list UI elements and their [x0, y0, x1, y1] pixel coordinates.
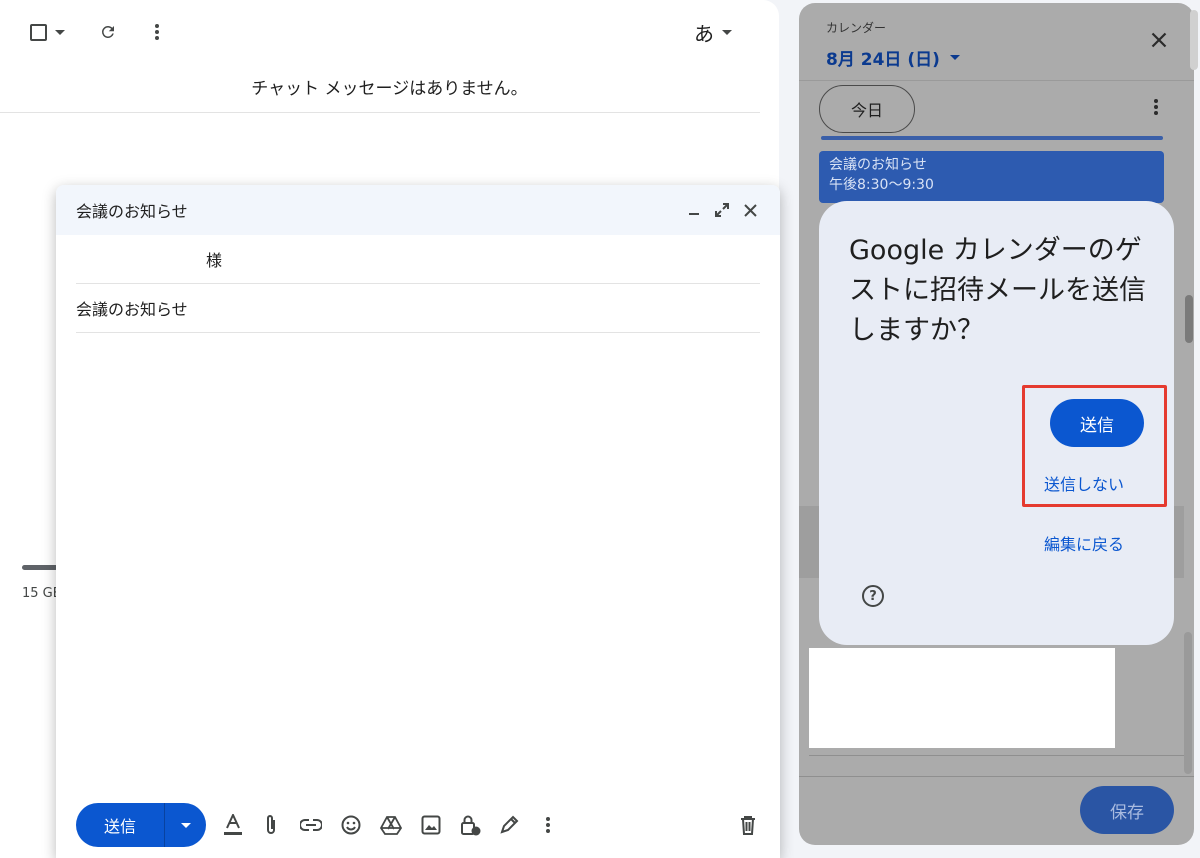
panel-label: カレンダー — [826, 21, 887, 35]
compose-footer: 送信 — [56, 803, 780, 849]
discard-draft-button[interactable] — [736, 813, 760, 837]
paperclip-icon — [267, 815, 275, 834]
select-checkbox[interactable] — [24, 16, 70, 48]
more-options-button[interactable] — [145, 16, 169, 48]
date-selector[interactable]: 8月 24日 (日) — [826, 45, 960, 70]
event-title: 会議のお知らせ — [829, 157, 927, 173]
emoji-icon — [341, 815, 361, 835]
close-icon — [1151, 32, 1167, 48]
divider — [799, 776, 1194, 777]
divider — [809, 755, 1184, 756]
send-split-button: 送信 — [76, 803, 206, 847]
close-panel-button[interactable] — [1151, 29, 1167, 54]
close-icon — [743, 203, 757, 217]
lock-clock-icon — [461, 815, 481, 836]
scrollbar[interactable] — [1190, 10, 1198, 70]
insert-photo-button[interactable] — [419, 813, 443, 837]
more-vert-icon — [546, 817, 550, 833]
attach-file-button[interactable] — [259, 813, 283, 837]
recipient-honorific: 様 — [206, 251, 223, 270]
help-icon[interactable]: ? — [862, 585, 884, 607]
drive-icon — [380, 816, 402, 835]
description-field[interactable] — [809, 648, 1115, 748]
event-strip — [821, 136, 1163, 140]
compose-window: 会議のお知らせ 様 会議のお知らせ 送信 — [56, 185, 780, 858]
divider — [0, 112, 760, 113]
subject-field[interactable]: 会議のお知らせ — [76, 284, 760, 333]
formatting-options-button[interactable] — [221, 813, 245, 837]
compose-title: 会議のお知らせ — [76, 202, 188, 221]
send-button[interactable]: 送信 — [76, 803, 165, 847]
photo-icon — [421, 815, 441, 835]
pen-icon — [500, 815, 519, 834]
more-options-button[interactable] — [536, 813, 560, 837]
input-method-button[interactable]: あ — [690, 16, 736, 48]
trash-icon — [741, 816, 755, 835]
recipients-field[interactable]: 様 — [76, 235, 760, 284]
back-to-edit-button[interactable]: 編集に戻る — [1044, 531, 1124, 555]
scrollbar-thumb[interactable] — [1185, 295, 1193, 343]
fullscreen-button[interactable] — [712, 200, 732, 220]
save-button[interactable]: 保存 — [1080, 786, 1174, 834]
insert-drive-button[interactable] — [379, 813, 403, 837]
calendar-more-button[interactable] — [1153, 97, 1159, 121]
schedule-send-button[interactable] — [165, 803, 206, 847]
expand-icon — [715, 203, 729, 217]
more-vert-icon — [155, 24, 159, 40]
checkbox-icon — [29, 23, 47, 41]
mail-toolbar: あ — [0, 0, 779, 62]
event-time: 午後8:30〜9:30 — [829, 177, 934, 193]
insert-emoji-button[interactable] — [339, 813, 363, 837]
scrollbar[interactable] — [1184, 632, 1192, 774]
highlight-annotation — [1022, 385, 1167, 507]
chat-empty-message: チャット メッセージはありません。 — [251, 79, 528, 99]
chevron-down-icon — [180, 822, 191, 828]
divider — [799, 80, 1194, 81]
more-vert-icon — [1154, 99, 1158, 115]
compose-header[interactable]: 会議のお知らせ — [56, 185, 780, 235]
chevron-down-icon — [949, 55, 960, 60]
refresh-icon — [101, 25, 114, 38]
storage-meter — [22, 565, 58, 570]
chevron-down-icon — [54, 29, 65, 35]
minimize-icon — [689, 213, 699, 215]
confidential-mode-button[interactable] — [459, 813, 483, 837]
minimize-button[interactable] — [684, 200, 704, 220]
close-button[interactable] — [740, 200, 760, 220]
insert-signature-button[interactable] — [497, 813, 521, 837]
chevron-down-icon — [722, 29, 732, 35]
refresh-button[interactable] — [96, 16, 120, 48]
text-format-icon — [224, 814, 242, 835]
subject-text: 会議のお知らせ — [76, 300, 188, 319]
insert-link-button[interactable] — [299, 813, 323, 837]
input-method-label: あ — [694, 21, 714, 46]
event-chip[interactable]: 会議のお知らせ 午後8:30〜9:30 — [819, 151, 1164, 203]
link-icon — [300, 819, 322, 831]
today-button[interactable]: 今日 — [819, 85, 915, 133]
dialog-title: Google カレンダーのゲストに招待メールを送信しますか？ — [849, 235, 1146, 346]
selected-date: 8月 24日 (日) — [826, 50, 940, 70]
